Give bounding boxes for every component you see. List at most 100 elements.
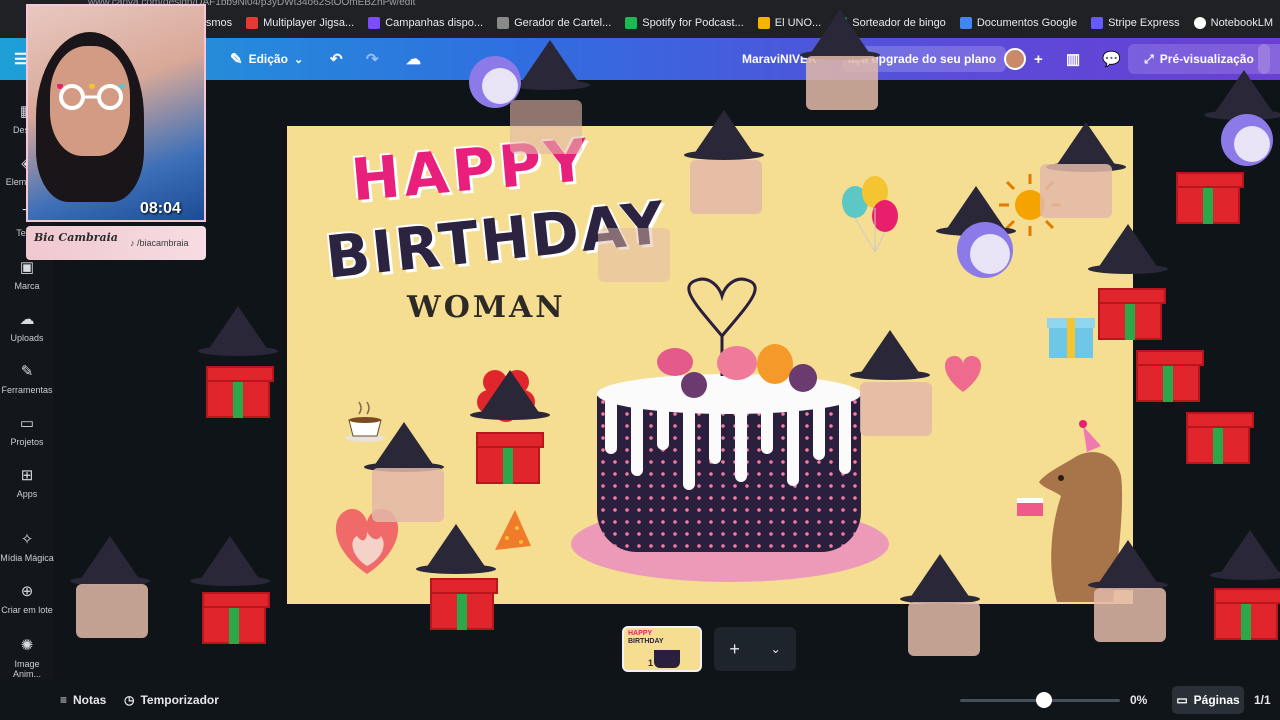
pages-button[interactable]: ▭ Páginas: [1172, 686, 1244, 714]
witch-hat-overlay: [850, 330, 930, 380]
subtitle-woman[interactable]: WOMAN: [407, 290, 566, 325]
sidebar-item-label: Ferramentas: [1, 385, 53, 395]
bookmark-icon: [368, 17, 381, 29]
sidebar-item-image-animate[interactable]: ✺ Image Anim...: [0, 636, 54, 679]
save-status-button[interactable]: ☁: [406, 38, 421, 80]
frosting-drip: [605, 394, 617, 454]
notes-button[interactable]: ≡ Notas: [60, 680, 106, 720]
comments-button[interactable]: 💬: [1102, 38, 1121, 80]
gift-overlay: [1214, 588, 1280, 640]
streamer-banner: Bia Cambraia ♪ /biacambraia: [26, 226, 206, 260]
bookmark-label: Stripe Express: [1108, 17, 1180, 29]
zoom-slider-handle[interactable]: [1036, 692, 1052, 708]
undo-button[interactable]: ↶: [330, 38, 343, 80]
purple-character-overlay: [469, 56, 521, 108]
cloud-upload-icon: ☁: [19, 311, 35, 328]
thumb-title: HAPPY: [628, 630, 653, 637]
folder-icon: ▭: [19, 415, 35, 432]
bookmark-item[interactable]: Multiplayer Jigsa...: [239, 8, 361, 38]
gift-overlay: [1176, 172, 1244, 224]
face-overlay: [908, 602, 980, 656]
collaborator-avatar[interactable]: [1004, 38, 1026, 80]
bookmark-item[interactable]: Stripe Express: [1084, 8, 1187, 38]
bookmark-label: NotebookLM: [1210, 17, 1273, 29]
witch-hat-overlay: [1210, 530, 1280, 580]
bookmark-icon: [757, 17, 770, 29]
bookmark-label: Documentos Google: [976, 17, 1078, 29]
page-thumbnail[interactable]: HAPPY BIRTHDAY 1: [622, 626, 702, 672]
frosting-drip: [657, 394, 669, 450]
gift-overlay: [476, 432, 544, 484]
party-hat-sticker[interactable]: [491, 506, 537, 556]
thumb-cake: [654, 650, 680, 668]
clock-icon: ◷: [124, 693, 135, 707]
gift-overlay: [430, 578, 498, 630]
macaron-decoration: [657, 348, 693, 376]
witch-hat-overlay: [1046, 122, 1126, 172]
comment-icon: 💬: [1102, 51, 1121, 68]
sidebar-item-magic-media[interactable]: ✧ Mídia Mágica: [0, 530, 54, 563]
witch-hat-overlay: [190, 536, 270, 586]
zoom-value[interactable]: 0%: [1130, 680, 1147, 720]
sidebar-item-label: Image Anim...: [12, 659, 41, 679]
bulk-create-icon: ⊕: [20, 583, 34, 600]
add-page-control: + ⌄: [714, 627, 796, 671]
sidebar-item-brand[interactable]: ▣ Marca: [0, 258, 54, 291]
add-page-icon[interactable]: +: [729, 639, 740, 660]
bookmark-item[interactable]: Spotify for Podcast...: [618, 8, 751, 38]
face-overlay: [372, 468, 444, 522]
frosting-drip: [631, 394, 643, 476]
streamer-handle-text: /biacambraia: [137, 238, 189, 248]
pages-icon: ▭: [1176, 693, 1188, 707]
gift-overlay: [1186, 412, 1254, 464]
sidebar-item-bulk-create[interactable]: ⊕ Criar em lote: [0, 582, 54, 615]
timer-button[interactable]: ◷ Temporizador: [124, 680, 219, 720]
face-overlay: [690, 160, 762, 214]
macaron-decoration: [717, 346, 757, 380]
sidebar-item-tools[interactable]: ✎ Ferramentas: [0, 362, 54, 395]
pink-heart-sticker[interactable]: [939, 350, 987, 394]
bookmark-icon: [1091, 17, 1104, 29]
chevron-down-icon[interactable]: ⌄: [771, 642, 781, 656]
bookmark-label: Campanhas dispo...: [385, 17, 484, 29]
page-count-text: 1/1: [1254, 693, 1271, 707]
bookmark-icon: [959, 17, 972, 29]
invite-button[interactable]: +: [1034, 38, 1043, 80]
witch-hat-overlay: [1088, 224, 1168, 274]
witch-hat-overlay: [800, 10, 880, 60]
sidebar-item-label: Apps: [16, 489, 38, 499]
edit-mode-dropdown[interactable]: ✎ Edição ⌄: [230, 38, 303, 80]
sidebar-item-apps[interactable]: ⊞ Apps: [0, 466, 54, 499]
balloons-sticker[interactable]: [835, 174, 905, 254]
plus-icon: +: [1034, 50, 1043, 68]
expand-icon: ⤢: [1144, 51, 1154, 66]
frosting-drip: [709, 394, 721, 464]
notes-icon: ≡: [60, 693, 68, 707]
bookmark-item[interactable]: Documentos Google: [953, 8, 1084, 38]
bookmark-item[interactable]: Gerador de Cartel...: [490, 8, 618, 38]
sidebar-item-projects[interactable]: ▭ Projetos: [0, 414, 54, 447]
thumb-subtitle: BIRTHDAY: [628, 638, 664, 645]
witch-hat-overlay: [416, 524, 496, 574]
face-overlay: [76, 584, 148, 638]
bookmark-icon: [246, 17, 259, 29]
sidebar-item-uploads[interactable]: ☁ Uploads: [0, 310, 54, 343]
bookmark-item[interactable]: Campanhas dispo...: [361, 8, 490, 38]
bookmark-icon: [497, 17, 510, 29]
frosting-drip: [735, 394, 747, 482]
witch-hat-overlay: [470, 370, 550, 420]
bookmark-item[interactable]: NotebookLM: [1187, 8, 1280, 38]
insights-button[interactable]: ▥: [1066, 38, 1080, 80]
gift-overlay: [206, 366, 274, 418]
sidebar-item-label: Projetos: [10, 437, 44, 447]
blue-gift-sticker[interactable]: [1045, 310, 1097, 360]
witch-hat-overlay: [684, 110, 764, 160]
streamer-brand: Bia Cambraia: [34, 231, 118, 244]
redo-button[interactable]: ↷: [366, 38, 379, 80]
party-glasses-icon: [57, 84, 125, 110]
image-animate-icon: ✺: [20, 637, 34, 654]
bookmark-label: Multiplayer Jigsa...: [263, 17, 355, 29]
magic-media-icon: ✧: [20, 531, 34, 548]
bar-chart-icon: ▥: [1066, 51, 1081, 68]
sidebar-item-label: Mídia Mágica: [0, 553, 54, 563]
